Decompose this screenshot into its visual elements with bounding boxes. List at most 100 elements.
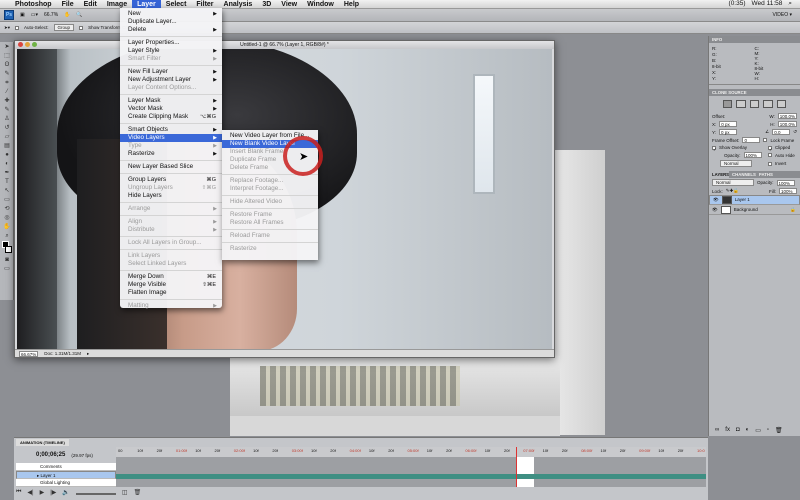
h-field[interactable]: 100.0% [777,121,797,127]
play-icon[interactable]: ▶ [40,489,45,496]
menu-help[interactable]: Help [339,0,364,9]
info-panel-tab[interactable]: INFO [709,36,800,43]
current-time[interactable]: 0;00;06;25 [36,452,65,458]
dodge-tool-icon[interactable]: ◐ [2,160,12,168]
lasso-tool-icon[interactable]: ʘ [2,61,12,69]
track-comments[interactable]: Comments [16,463,116,471]
zoom-level-dropdown[interactable]: 66.7% [44,12,58,18]
clone-source-2-icon[interactable] [736,100,746,108]
healing-tool-icon[interactable]: ✚ [2,97,12,105]
zoom-field[interactable]: 66.67% [19,350,39,357]
visibility-eye-icon[interactable]: 👁 [713,197,719,203]
menu-item-rasterize[interactable]: Rasterize [222,245,318,253]
document-title-bar[interactable]: Untitled-1 @ 66.7% (Layer 1, RGB/8#) * [15,41,554,49]
menu-item-align[interactable]: Align ▶ [120,218,222,226]
menu-view[interactable]: View [276,0,302,9]
workspace-switcher[interactable]: VIDEO ▾ [773,12,792,18]
menu-item-lock-all-layers-in-group[interactable]: Lock All Layers in Group... [120,239,222,247]
fx-icon[interactable]: fx [725,427,730,434]
blur-tool-icon[interactable]: ● [2,151,12,159]
menu-item-restore-frame[interactable]: Restore Frame [222,211,318,219]
overlay-blend-dropdown[interactable]: Normal [720,160,752,167]
auto-select-dropdown[interactable]: Group [53,24,75,31]
first-frame-icon[interactable]: ⏮ [16,489,21,496]
work-area[interactable] [516,457,534,487]
path-selection-tool-icon[interactable]: ↖ [2,187,12,195]
link-layers-icon[interactable]: ∞ [715,427,719,434]
new-group-icon[interactable]: ▭ [755,427,761,434]
menu-item-layer-mask[interactable]: Layer Mask ▶ [120,97,222,105]
menu-item-smart-filter[interactable]: Smart Filter ▶ [120,55,222,63]
clipped-checkbox[interactable]: ✓ [768,145,773,152]
lock-frame-checkbox[interactable] [763,138,768,142]
screen-mode-icon[interactable]: ▭▾ [31,12,38,18]
menu-item-new-adjustment-layer[interactable]: New Adjustment Layer ▶ [120,76,222,84]
history-brush-tool-icon[interactable]: ↺ [2,124,12,132]
menu-analysis[interactable]: Analysis [219,0,258,9]
menu-item-new-fill-layer[interactable]: New Fill Layer ▶ [120,68,222,76]
pen-tool-icon[interactable]: ✒ [2,169,12,177]
move-tool-icon[interactable]: ➤ [2,43,12,51]
trash-icon[interactable]: 🗑 [775,427,783,434]
clone-source-1-icon[interactable] [723,100,733,108]
menu-item-new[interactable]: New ▶ [120,10,222,18]
menu-window[interactable]: Window [302,0,339,9]
lock-pixels-icon[interactable]: ✎✚🔒 [726,188,739,194]
overlay-opacity-field[interactable]: 100% [743,152,762,158]
menu-item-delete[interactable]: Delete ▶ [120,26,222,34]
visibility-eye-icon[interactable]: 👁 [712,207,718,213]
minimize-window-button[interactable] [25,42,30,47]
add-mask-icon[interactable]: ◘ [736,427,740,434]
menu-item-video-layers[interactable]: Video Layers ▶ [120,134,222,142]
layer-row-background[interactable]: 👁 Background 🔒 [709,205,800,215]
audio-icon[interactable]: 🔈 [62,489,69,496]
time-ruler[interactable]: 00 10f 20f 01:00f 10f 20f 02:00f 10f 20f 03:00f 10… [116,447,706,457]
apple-menu[interactable] [0,0,10,9]
layer-opacity-field[interactable]: 100% [776,179,795,186]
clock[interactable]: Wed 11:58 [752,0,783,8]
tab-channels[interactable]: CHANNELS [729,171,756,178]
tab-paths[interactable]: PATHS [755,171,773,178]
3d-orbit-tool-icon[interactable]: ◎ [2,214,12,222]
zoom-window-button[interactable] [32,42,37,47]
angle-field[interactable]: 0.0 [772,129,791,135]
fill-field[interactable]: 100% [779,188,797,194]
auto-hide-checkbox[interactable] [768,153,772,157]
menu-item-ungroup-layers[interactable]: Ungroup Layers ⇧⌘G [120,184,222,192]
menu-3d[interactable]: 3D [257,0,276,9]
quick-mask-icon[interactable]: ◙ [2,256,12,264]
menu-item-replace-footage[interactable]: Replace Footage... [222,177,318,185]
screen-mode-icon[interactable]: ▭ [2,265,12,273]
x-offset-field[interactable]: 0 px [719,121,738,127]
previous-frame-icon[interactable]: ◀| [27,489,33,496]
spotlight-search-icon[interactable]: ⌕ [788,0,792,8]
menu-item-new-layer-based-slice[interactable]: New Layer Based Slice [120,163,222,171]
menu-item-type[interactable]: Type ▶ [120,142,222,150]
clone-source-3-icon[interactable] [749,100,760,108]
menu-item-layer-properties[interactable]: Layer Properties... [120,39,222,47]
menu-item-hide-layers[interactable]: Hide Layers [120,192,222,200]
frame-offset-field[interactable]: 0 [742,137,761,143]
onion-skin-icon[interactable]: ◫ [122,489,128,496]
eyedropper-tool-icon[interactable]: ⁄ [2,88,12,96]
track-global-lighting[interactable]: Global Lighting [16,479,116,487]
menu-item-layer-content-options[interactable]: Layer Content Options... [120,84,222,92]
menu-item-link-layers[interactable]: Link Layers [120,252,222,260]
marquee-tool-icon[interactable]: ⬚ [2,52,12,60]
adjustment-layer-icon[interactable]: ◐ [746,427,750,434]
clone-source-tab[interactable]: CLONE SOURCE [709,89,800,96]
menu-item-smart-objects[interactable]: Smart Objects ▶ [120,126,222,134]
shape-tool-icon[interactable]: ▭ [2,196,12,204]
menu-item-distribute[interactable]: Distribute ▶ [120,226,222,234]
close-window-button[interactable] [18,42,23,47]
menu-item-reload-frame[interactable]: Reload Frame [222,232,318,240]
clone-source-4-icon[interactable] [763,100,773,108]
battery-status[interactable]: (0:35) [729,0,746,8]
menu-item-duplicate-layer[interactable]: Duplicate Layer... [120,18,222,26]
gradient-tool-icon[interactable]: ▤ [2,142,12,150]
y-offset-field[interactable]: 0 px [719,129,738,135]
eraser-tool-icon[interactable]: ▱ [2,133,12,141]
layer-row-layer-1[interactable]: 👁 Layer 1 [709,195,800,205]
menu-item-restore-all-frames[interactable]: Restore All Frames [222,219,318,227]
menu-item-layer-style[interactable]: Layer Style ▶ [120,47,222,55]
